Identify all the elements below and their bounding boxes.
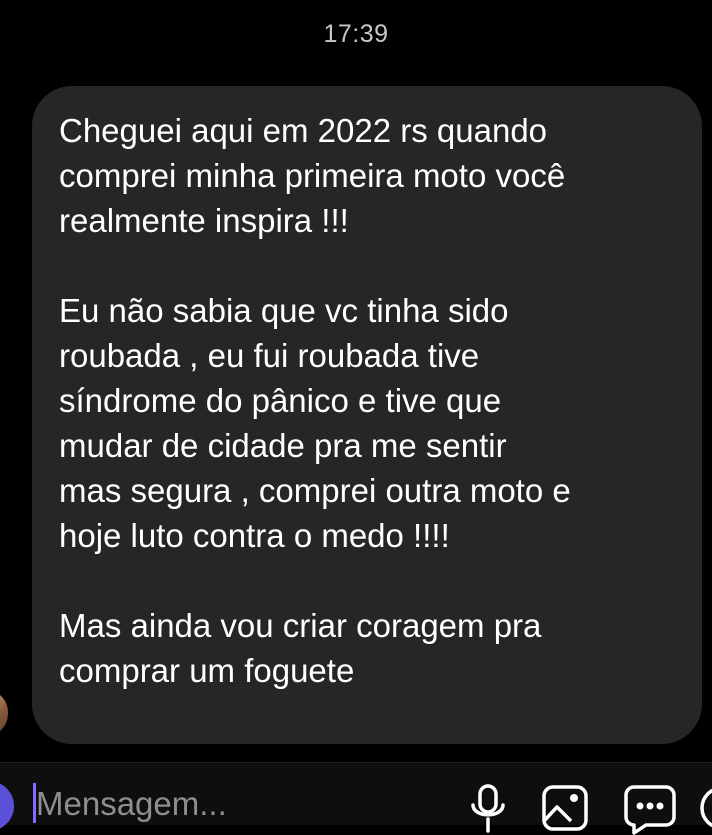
microphone-button[interactable] bbox=[468, 783, 508, 833]
gallery-button[interactable] bbox=[540, 783, 590, 833]
more-button[interactable] bbox=[700, 783, 712, 833]
sticker-button[interactable] bbox=[624, 783, 676, 835]
message-composer: Mensagem... bbox=[0, 762, 712, 835]
message-paragraph-1: Cheguei aqui em 2022 rs quando comprei m… bbox=[59, 112, 566, 239]
message-input[interactable]: Mensagem... bbox=[36, 785, 227, 823]
message-bubble[interactable]: Cheguei aqui em 2022 rs quando comprei m… bbox=[32, 86, 702, 744]
image-icon bbox=[542, 785, 588, 831]
message-paragraph-3: Mas ainda vou criar coragem pra comprar … bbox=[59, 607, 542, 689]
message-timestamp: 17:39 bbox=[323, 20, 389, 48]
message-paragraph-2: Eu não sabia que vc tinha sido roubada ,… bbox=[59, 292, 571, 554]
microphone-icon bbox=[471, 784, 505, 833]
plus-icon bbox=[700, 788, 712, 828]
sticker-icon bbox=[624, 785, 676, 835]
sender-avatar[interactable] bbox=[0, 690, 8, 736]
